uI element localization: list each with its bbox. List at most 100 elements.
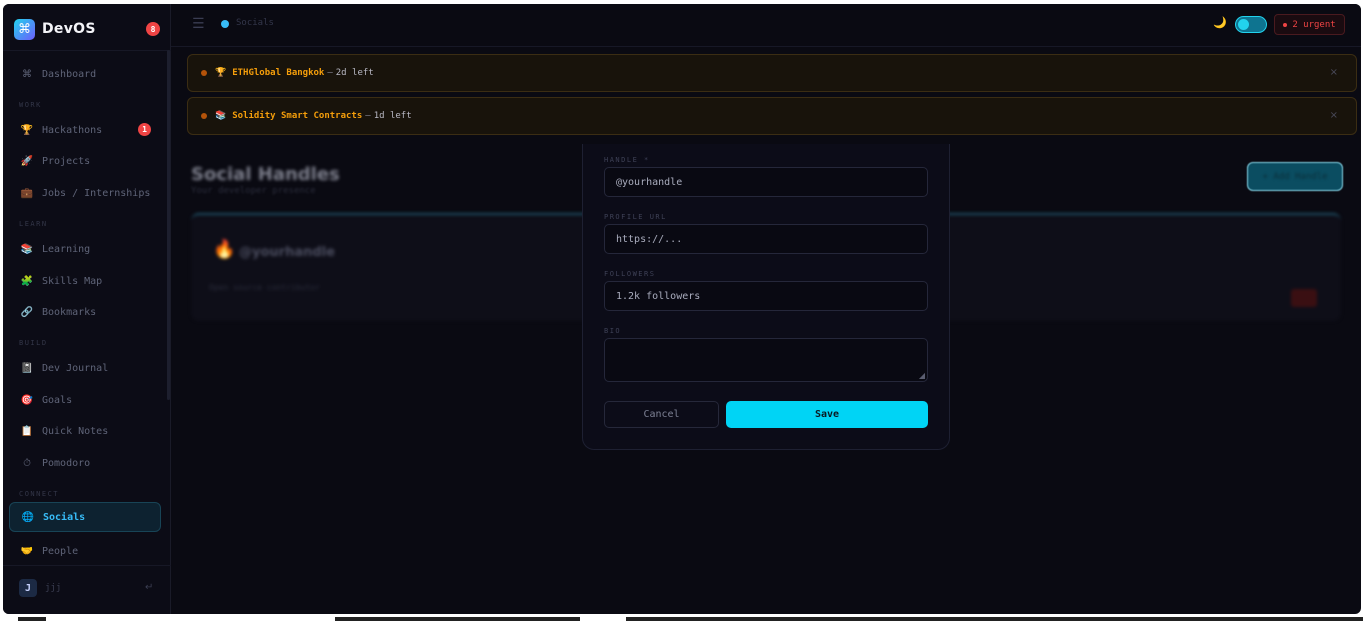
close-icon[interactable]: × <box>1330 110 1338 121</box>
sidebar-item-dev-journal[interactable]: 📓 Dev Journal <box>9 353 161 383</box>
sidebar-item-skills-map[interactable]: 🧩 Skills Map <box>9 266 161 296</box>
books-icon: 📚 <box>20 243 34 255</box>
sidebar-footer-divider <box>3 565 171 566</box>
alert-dot-icon <box>201 113 207 119</box>
brand[interactable]: ⌘ DevOS <box>14 18 96 40</box>
deadline-alert: 📚 Solidity Smart Contracts — 1d left × <box>187 97 1357 135</box>
globe-icon: 🌐 <box>21 511 35 523</box>
hackathons-count-badge: 1 <box>138 123 151 136</box>
user-name: jjj <box>45 583 62 593</box>
bio-textarea[interactable]: ◢ <box>604 338 928 382</box>
followers-label: FOLLOWERS <box>604 270 656 278</box>
command-icon: ⌘ <box>22 68 32 80</box>
moon-icon: 🌙 <box>1213 16 1227 29</box>
rocket-icon: 🚀 <box>20 155 34 167</box>
avatar[interactable]: J <box>19 579 37 597</box>
page-subtitle: Your developer presence <box>191 186 316 196</box>
command-logo-icon: ⌘ <box>14 18 35 40</box>
breadcrumb: Socials <box>236 18 274 28</box>
notification-badge[interactable]: 8 <box>146 22 160 36</box>
sidebar-item-jobs[interactable]: 💼 Jobs / Internships <box>9 178 161 208</box>
cancel-button[interactable]: Cancel <box>604 401 719 428</box>
urgent-dot-icon <box>1283 22 1288 27</box>
clipboard-icon: 📋 <box>20 425 34 437</box>
sidebar-item-pomodoro[interactable]: ⏱ Pomodoro <box>9 448 161 478</box>
section-label-connect: CONNECT <box>19 490 60 498</box>
alert-time-left: 1d left <box>373 111 412 121</box>
alert-time-left: 2d left <box>335 68 374 78</box>
sidebar-item-socials[interactable]: 🌐 Socials <box>9 502 161 532</box>
sidebar-item-bookmarks[interactable]: 🔗 Bookmarks <box>9 297 161 327</box>
resize-handle-icon[interactable]: ◢ <box>919 371 925 380</box>
sidebar-divider <box>3 50 171 51</box>
theme-toggle[interactable] <box>1235 16 1267 33</box>
books-icon: 📚 <box>215 111 227 121</box>
section-label-work: WORK <box>19 101 42 109</box>
trophy-icon: 🏆 <box>215 68 227 78</box>
edit-handle-modal: HANDLE * @yourhandle PROFILE URL https:/… <box>582 144 950 450</box>
sidebar-item-label: Jobs / Internships <box>42 187 151 199</box>
alert-title: ETHGlobal Bangkok <box>232 68 325 78</box>
sidebar-item-label: Pomodoro <box>42 457 91 469</box>
taskbar-segment <box>335 617 580 621</box>
app-window: ⌘ DevOS 8 ⌘ Dashboard WORK 🏆 Hackathons … <box>3 4 1361 614</box>
profile-url-input[interactable]: https://... <box>604 224 928 254</box>
sidebar-item-label: Learning <box>42 243 91 255</box>
sidebar-item-label: Dev Journal <box>42 362 109 374</box>
sidebar-item-hackathons[interactable]: 🏆 Hackathons 1 <box>9 115 161 145</box>
card-handle: @yourhandle <box>239 245 335 260</box>
sidebar-item-label: Skills Map <box>42 275 103 287</box>
link-icon: 🔗 <box>20 306 34 318</box>
app-name: DevOS <box>42 21 96 37</box>
fire-icon: 🔥 <box>213 239 236 260</box>
sidebar-item-label: Quick Notes <box>42 425 109 437</box>
taskbar-segment <box>626 617 1363 621</box>
sidebar-item-label: Hackathons <box>42 124 103 136</box>
timer-icon: ⏱ <box>23 457 31 469</box>
followers-input[interactable]: 1.2k followers <box>604 281 928 311</box>
sidebar-item-quick-notes[interactable]: 📋 Quick Notes <box>9 416 161 446</box>
sidebar-item-label: Goals <box>42 394 73 406</box>
bio-label: BIO <box>604 327 622 335</box>
alert-dot-icon <box>201 70 207 76</box>
puzzle-icon: 🧩 <box>20 275 34 287</box>
handle-label: HANDLE * <box>604 156 650 164</box>
alert-separator: — <box>365 111 371 121</box>
sidebar-item-projects[interactable]: 🚀 Projects <box>9 146 161 176</box>
sidebar-item-label: People <box>42 545 79 557</box>
sidebar-item-label: Dashboard <box>42 68 97 80</box>
alert-title: Solidity Smart Contracts <box>232 111 363 121</box>
sidebar-item-goals[interactable]: 🎯 Goals <box>9 385 161 415</box>
alert-separator: — <box>327 68 333 78</box>
target-icon: 🎯 <box>20 394 34 406</box>
handle-input[interactable]: @yourhandle <box>604 167 928 197</box>
trophy-icon: 🏆 <box>20 124 34 136</box>
sidebar-item-label: Projects <box>42 155 91 167</box>
sidebar-scrollbar[interactable] <box>167 50 170 400</box>
add-handle-label: + Add Handle <box>1262 171 1328 182</box>
topbar: ☰ Socials 🌙 2 urgent <box>171 4 1361 47</box>
handshake-icon: 🤝 <box>20 545 34 557</box>
profile-url-label: PROFILE URL <box>604 213 667 221</box>
section-label-build: BUILD <box>19 339 48 347</box>
sidebar: ⌘ DevOS 8 ⌘ Dashboard WORK 🏆 Hackathons … <box>3 4 171 614</box>
section-label-learn: LEARN <box>19 220 48 228</box>
add-handle-button[interactable]: + Add Handle <box>1247 162 1343 191</box>
briefcase-icon: 💼 <box>20 187 34 199</box>
save-button[interactable]: Save <box>726 401 928 428</box>
logout-icon[interactable]: ↵ <box>145 582 153 593</box>
hamburger-menu-icon[interactable]: ☰ <box>192 16 205 32</box>
sidebar-item-learning[interactable]: 📚 Learning <box>9 234 161 264</box>
sidebar-item-dashboard[interactable]: ⌘ Dashboard <box>9 59 161 89</box>
globe-breadcrumb-icon <box>221 20 229 28</box>
sidebar-item-label: Bookmarks <box>42 306 97 318</box>
urgent-badge[interactable]: 2 urgent <box>1274 14 1345 35</box>
notebook-icon: 📓 <box>20 362 34 374</box>
delete-button[interactable] <box>1291 289 1317 307</box>
taskbar-segment <box>18 617 46 621</box>
close-icon[interactable]: × <box>1330 67 1338 78</box>
toggle-knob <box>1238 19 1249 30</box>
urgent-label: 2 urgent <box>1292 19 1336 30</box>
card-bio: Open source contributor <box>209 283 320 292</box>
sidebar-item-people[interactable]: 🤝 People <box>9 536 161 566</box>
